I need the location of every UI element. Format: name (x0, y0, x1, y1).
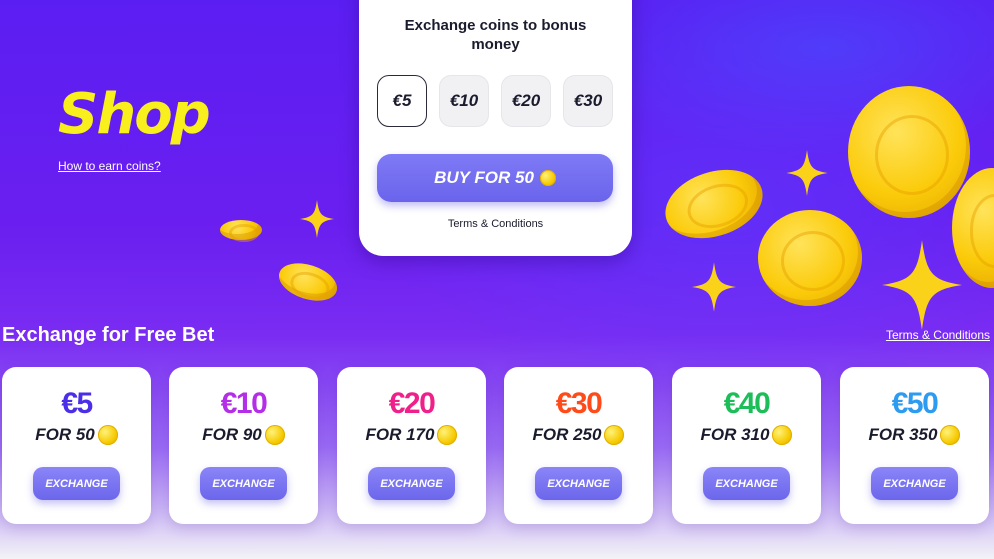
exchange-button[interactable]: EXCHANGE (871, 467, 958, 500)
offer-price: FOR 50 (2, 425, 151, 445)
coin-icon (274, 256, 342, 308)
offer-value: €30 (555, 387, 603, 420)
offer-card: €30 FOR 250 EXCHANGE (504, 367, 653, 524)
hero-banner: Shop How to earn coins? Exchange coins t… (0, 0, 994, 559)
buy-button-label: BUY FOR 50 (434, 168, 534, 187)
coin-icon (604, 425, 625, 445)
offer-card: €50 FOR 350 EXCHANGE (840, 367, 989, 524)
terms-conditions-link[interactable]: Terms & Conditions (886, 328, 990, 342)
coin-icon (940, 425, 961, 445)
exchange-button[interactable]: EXCHANGE (368, 467, 455, 500)
coin-icon (97, 425, 118, 445)
exchange-button[interactable]: EXCHANGE (535, 467, 622, 500)
page-title: Shop (58, 82, 211, 147)
offer-card: €10 FOR 90 EXCHANGE (169, 367, 318, 524)
exchange-button[interactable]: EXCHANGE (703, 467, 790, 500)
coin-icon (758, 210, 862, 306)
coin-icon (220, 220, 262, 242)
how-to-earn-coins-link[interactable]: How to earn coins? (58, 159, 161, 173)
sparkle-icon (786, 150, 828, 196)
offer-price-label: FOR 350 (868, 425, 938, 444)
exchange-button[interactable]: EXCHANGE (33, 467, 120, 500)
amount-option-20[interactable]: €20 (501, 75, 551, 127)
offer-card: €20 FOR 170 EXCHANGE (337, 367, 486, 524)
coin-icon (772, 425, 793, 445)
amount-option-10[interactable]: €10 (439, 75, 489, 127)
section-title: Exchange for Free Bet (2, 324, 215, 346)
exchange-card: Exchange coins to bonus money €5 €10 €20… (359, 0, 632, 256)
offer-value: €10 (220, 387, 268, 420)
offer-price-label: FOR 50 (35, 425, 95, 444)
amount-option-30[interactable]: €30 (563, 75, 613, 127)
offer-price: FOR 90 (169, 425, 318, 445)
offer-value: €20 (388, 387, 436, 420)
exchange-card-title: Exchange coins to bonus money (404, 17, 587, 53)
offer-price: FOR 310 (672, 425, 821, 445)
offer-card: €5 FOR 50 EXCHANGE (2, 367, 151, 524)
sparkle-icon (300, 200, 334, 238)
sparkle-icon (882, 240, 962, 330)
offer-card: €40 FOR 310 EXCHANGE (672, 367, 821, 524)
offer-value: €50 (891, 387, 939, 420)
exchange-button[interactable]: EXCHANGE (200, 467, 287, 500)
offer-value: €5 (61, 387, 93, 420)
coin-icon (848, 86, 970, 218)
exchange-terms-link[interactable]: Terms & Conditions (359, 218, 632, 230)
offer-price-label: FOR 90 (202, 425, 262, 444)
offer-price-label: FOR 250 (532, 425, 602, 444)
offer-price-label: FOR 170 (365, 425, 435, 444)
offer-price: FOR 170 (337, 425, 486, 445)
offer-list: €5 FOR 50 EXCHANGE €10 FOR 90 EXCHANGE €… (2, 367, 994, 525)
coin-icon (437, 425, 458, 445)
amount-selector: €5 €10 €20 €30 (377, 75, 617, 127)
sparkle-icon (692, 262, 736, 312)
coin-icon (264, 425, 285, 445)
buy-button[interactable]: BUY FOR 50 (377, 154, 613, 202)
coin-icon (539, 170, 556, 186)
amount-option-5[interactable]: €5 (377, 75, 427, 127)
offer-price: FOR 350 (840, 425, 989, 445)
offer-price: FOR 250 (504, 425, 653, 445)
offer-value: €40 (723, 387, 771, 420)
offer-price-label: FOR 310 (700, 425, 770, 444)
